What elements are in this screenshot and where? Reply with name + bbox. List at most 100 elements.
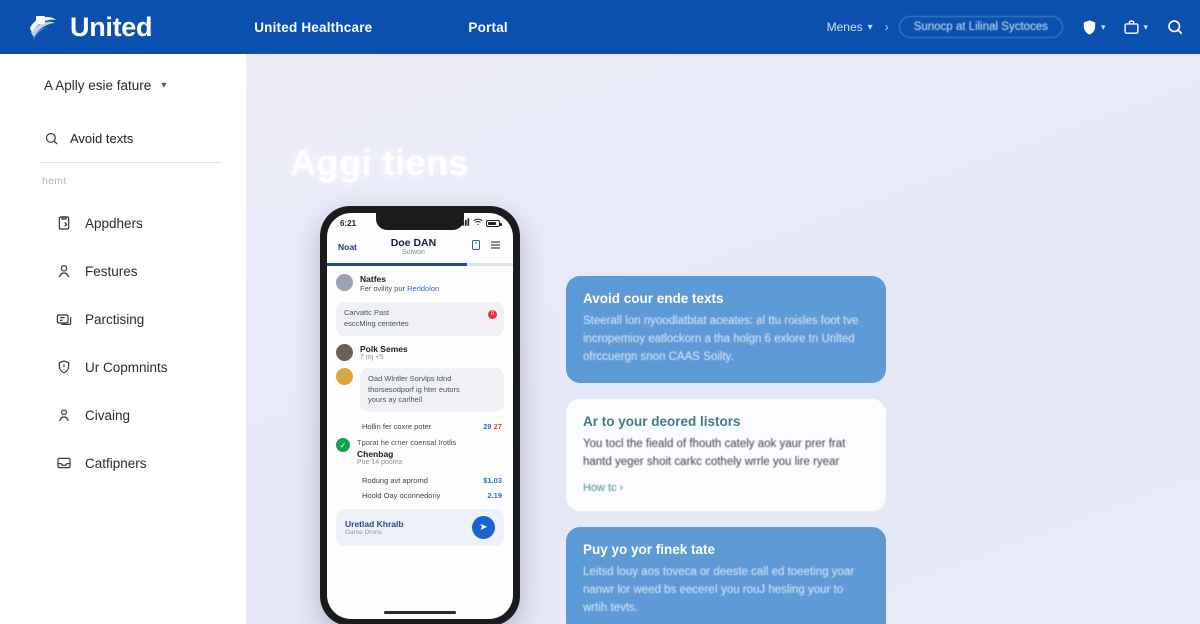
card-link[interactable]: How tc › [583, 482, 869, 494]
phone-status-time: 6:21 [340, 218, 357, 228]
sidebar-item-label: Parctising [85, 311, 145, 327]
sidebar-item-festures[interactable]: Festures [0, 247, 246, 295]
sidebar-item-parctising[interactable]: Parctising [0, 295, 246, 343]
card-body: You tocl the fieald of fhouth cately aok… [583, 438, 846, 469]
list-item-text: Natfes Fer ovility pur Rerldolon [360, 274, 439, 295]
phone-back-button[interactable]: Noat [338, 242, 357, 252]
brand-name: United [70, 11, 153, 42]
metric-value: 2.19 [487, 491, 502, 501]
list-item-text: Tporat he crner coensal Irotlis Chenbag … [357, 438, 456, 466]
list-row-metric: Rodung avt apromd $1.03 [360, 473, 504, 488]
bubble-line-2: esccMing centertes [344, 318, 409, 328]
phone-mockup: 6:21 Noat Doe DAN Soiwon Natfes Fer ovil… [320, 206, 520, 624]
phone-nav-actions [470, 238, 502, 256]
info-card[interactable]: Avoid cour ende texts Steerall lon nyood… [566, 276, 886, 384]
sidebar: A Aplly esie fature ▾ Avoid texts hemt A… [0, 54, 246, 624]
phone-status-icons [460, 218, 502, 228]
chevron-down-icon: ▾ [161, 80, 167, 91]
phone-home-indicator [384, 611, 456, 614]
sidebar-item-appdhers[interactable]: Appdhers [0, 199, 246, 247]
sidebar-account-switcher[interactable]: A Aplly esie fature ▾ [0, 54, 246, 93]
phone-nav-bar: Noat Doe DAN Soiwon [327, 228, 513, 263]
sidebar-item-catfipners[interactable]: Catfipners [0, 439, 246, 487]
search-icon [44, 131, 59, 146]
list-row-metric: Hollin fer coxre poter 29 27 [360, 419, 504, 434]
brand[interactable]: United [26, 10, 153, 44]
list-item-line-2: Chenbag [357, 449, 394, 460]
list-item[interactable]: Natfes Fer ovility pur Rerldolon [336, 274, 504, 295]
bubble-line-3: yours ay carlhell [368, 395, 423, 405]
avatar [336, 274, 353, 292]
united-globe-logo-icon [26, 10, 60, 44]
avatar [336, 343, 353, 361]
message-bubble: Oad Wlntler Sorvlps tdnd thorsesodporf i… [360, 367, 504, 413]
sidebar-search-label: Avoid texts [70, 131, 134, 146]
metric-label: Hoold Oay oconnedoriy [362, 491, 441, 501]
search-icon[interactable] [1166, 18, 1184, 36]
app-root: United United Healthcare Portal Menes ▾ … [0, 0, 1200, 624]
list-item-line: Fer ovility pur Rerldolon [360, 284, 440, 294]
phone-screen: 6:21 Noat Doe DAN Soiwon Natfes Fer ovil… [327, 213, 513, 619]
header-status-pill[interactable]: Sunocp at Lilinal Syctoces [898, 16, 1063, 38]
inbox-icon [56, 455, 72, 471]
metric-label: Hollin fer coxre poter [362, 422, 432, 432]
sidebar-item-civaing[interactable]: Civaing [0, 391, 246, 439]
battery-icon [486, 219, 502, 227]
info-card[interactable]: Puy yo yor finek tate Leitsd louy aos to… [566, 527, 886, 624]
phone-progress-bar [327, 263, 513, 267]
list-item-line-1: Tporat he crner coensal Irotlis [357, 438, 457, 448]
phone-footer-card[interactable]: Uretlad Khralb Garse Drons ➤ [336, 509, 504, 547]
send-arrow-icon[interactable]: ➤ [472, 516, 495, 540]
shield-alert-icon [56, 359, 72, 375]
list-item[interactable]: Polk Semes 7 mj +5 [336, 343, 504, 361]
user-icon [56, 263, 72, 279]
list-item-name: Natfes [360, 274, 386, 285]
list-item-name: Polk Semes [360, 343, 408, 354]
nav-link-united-healthcare[interactable]: United Healthcare [254, 20, 372, 35]
list-item-text: Polk Semes 7 mj +5 [360, 344, 408, 361]
card-title: Puy yo yor finek tate [583, 542, 716, 558]
bubble-line-1: Oad Wlntler Sorvlps tdnd [368, 373, 452, 383]
card-body: Steerall lon nyoodlatbtat aceates: al tt… [583, 315, 859, 363]
copy-icon[interactable] [470, 238, 482, 256]
card-body: Leitsd louy aos toveca or deeste call ed… [583, 566, 855, 614]
phone-title: Doe DAN [390, 237, 437, 249]
main-content: Aggi tiens 6:21 Noat Doe DAN Soiwon Natf… [246, 54, 1200, 624]
briefcase-caret-icon: ▾ [1143, 21, 1148, 32]
briefcase-icon[interactable]: ▾ [1123, 19, 1148, 36]
list-item[interactable]: Oad Wlntler Sorvlps tdnd thorsesodporf i… [336, 367, 504, 413]
list-item[interactable]: ✓ Tporat he crner coensal Irotlis Chenba… [336, 438, 504, 466]
card-title: Avoid cour ende texts [583, 291, 724, 306]
sidebar-item-label: Civaing [85, 407, 131, 423]
bubble-line-2: thorsesodporf ig hter eutors [368, 384, 460, 394]
chevron-down-icon: ▾ [867, 21, 873, 33]
phone-footer-title: Uretlad Khralb [345, 519, 404, 530]
person-icon [56, 407, 72, 423]
header-right-group: Menes ▾ › Sunocp at Lilinal Syctoces ▾ ▾ [827, 0, 1184, 54]
sidebar-item-ur-copmnints[interactable]: Ur Copmnints [0, 343, 246, 391]
sidebar-item-label: Ur Copmnints [85, 359, 168, 375]
info-cards: Avoid cour ende texts Steerall lon nyood… [566, 276, 886, 624]
phone-list: Natfes Fer ovility pur Rerldolon 0 Carva… [327, 266, 513, 554]
sidebar-search[interactable]: Avoid texts [44, 131, 246, 146]
list-item[interactable]: 0 Carvattc Past esccMing centertes [336, 301, 504, 336]
list-item-time: 7 mj +5 [360, 353, 384, 361]
phone-footer-subtitle: Garse Drons [345, 529, 382, 537]
info-card[interactable]: Ar to your deored listors You tocl the f… [566, 399, 886, 512]
header-menu-dropdown[interactable]: Menes ▾ [827, 20, 873, 34]
clipboard-icon [56, 215, 72, 231]
avatar [336, 367, 353, 385]
sidebar-account-label: A Aplly esie fature [44, 78, 152, 93]
header-menu-label: Menes [826, 20, 863, 34]
nav-link-portal[interactable]: Portal [468, 20, 507, 35]
wifi-icon [473, 218, 483, 228]
shield-caret-icon: ▾ [1100, 21, 1106, 32]
metric-label: Rodung avt apromd [362, 476, 428, 486]
page-title: Aggi tiens [290, 142, 470, 183]
sidebar-item-label: Catfipners [85, 455, 147, 471]
bubble-line-1: Carvattc Past [344, 307, 390, 317]
sidebar-items: Appdhers Festures Parctising Ur Copmnint… [0, 199, 246, 487]
hamburger-menu-icon[interactable] [489, 238, 502, 256]
sidebar-item-label: Appdhers [85, 215, 143, 231]
shield-icon[interactable]: ▾ [1081, 19, 1106, 36]
